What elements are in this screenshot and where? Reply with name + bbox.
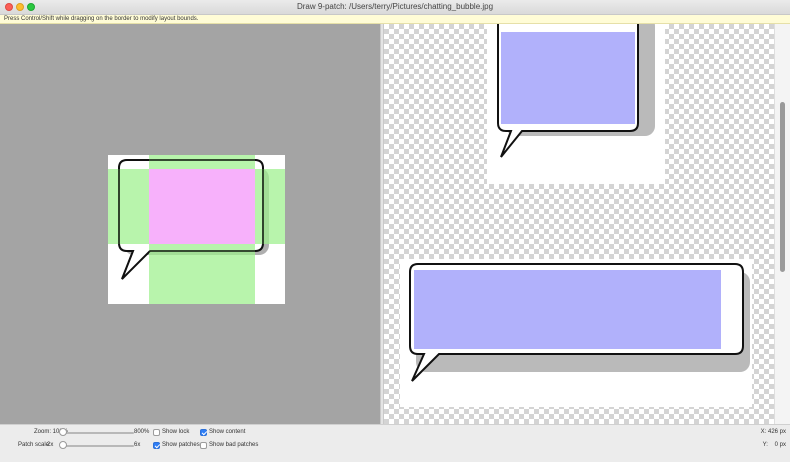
show-lock-label: Show lock [162,429,190,435]
title-bar: Draw 9-patch: /Users/terry/Pictures/chat… [0,0,790,15]
hint-text: Press Control/Shift while dragging on th… [4,16,199,22]
patch-scale-slider[interactable] [62,445,134,447]
preview-horizontal-stretch [400,259,752,407]
cursor-y-readout: Y: 0 px [762,442,786,448]
patch-scale-label: Patch scale: [18,442,51,448]
patch-scale-max-label: 6x [134,442,141,448]
preview-pane [384,24,774,424]
preview-vertical-stretch [487,24,665,184]
show-content-checkbox[interactable] [200,429,207,436]
content-area[interactable] [149,169,255,244]
zoom-max-label: 800% [134,429,150,435]
preview-2-content [414,270,721,349]
show-patches-checkbox[interactable] [153,442,160,449]
hint-bar: Press Control/Shift while dragging on th… [0,15,790,24]
bottom-controls: Zoom: 100% 800% Show lock Show content P… [0,424,790,462]
show-content-label: Show content [209,429,246,435]
stretch-previews [400,24,752,407]
show-bad-patches-checkbox[interactable] [200,442,207,449]
patch-scale-min-label: 2x [47,442,54,448]
preview-scrollbar[interactable] [774,24,790,424]
show-lock-checkbox[interactable] [153,429,160,436]
patch-editor-canvas[interactable] [0,24,380,424]
scrollbar-thumb[interactable] [780,102,785,272]
show-patches-label: Show patches [162,442,200,448]
show-bad-patches-label: Show bad patches [209,442,259,448]
zoom-slider[interactable] [62,432,134,434]
draw-9-patch-window: Draw 9-patch: /Users/terry/Pictures/chat… [0,0,790,462]
cursor-x-readout: X: 426 px [760,429,786,435]
patch-scale-slider-knob[interactable] [59,441,67,449]
window-title: Draw 9-patch: /Users/terry/Pictures/chat… [296,2,494,11]
zoom-slider-knob[interactable] [59,428,67,436]
preview-1-content [501,32,635,124]
editor-image[interactable] [0,24,380,424]
